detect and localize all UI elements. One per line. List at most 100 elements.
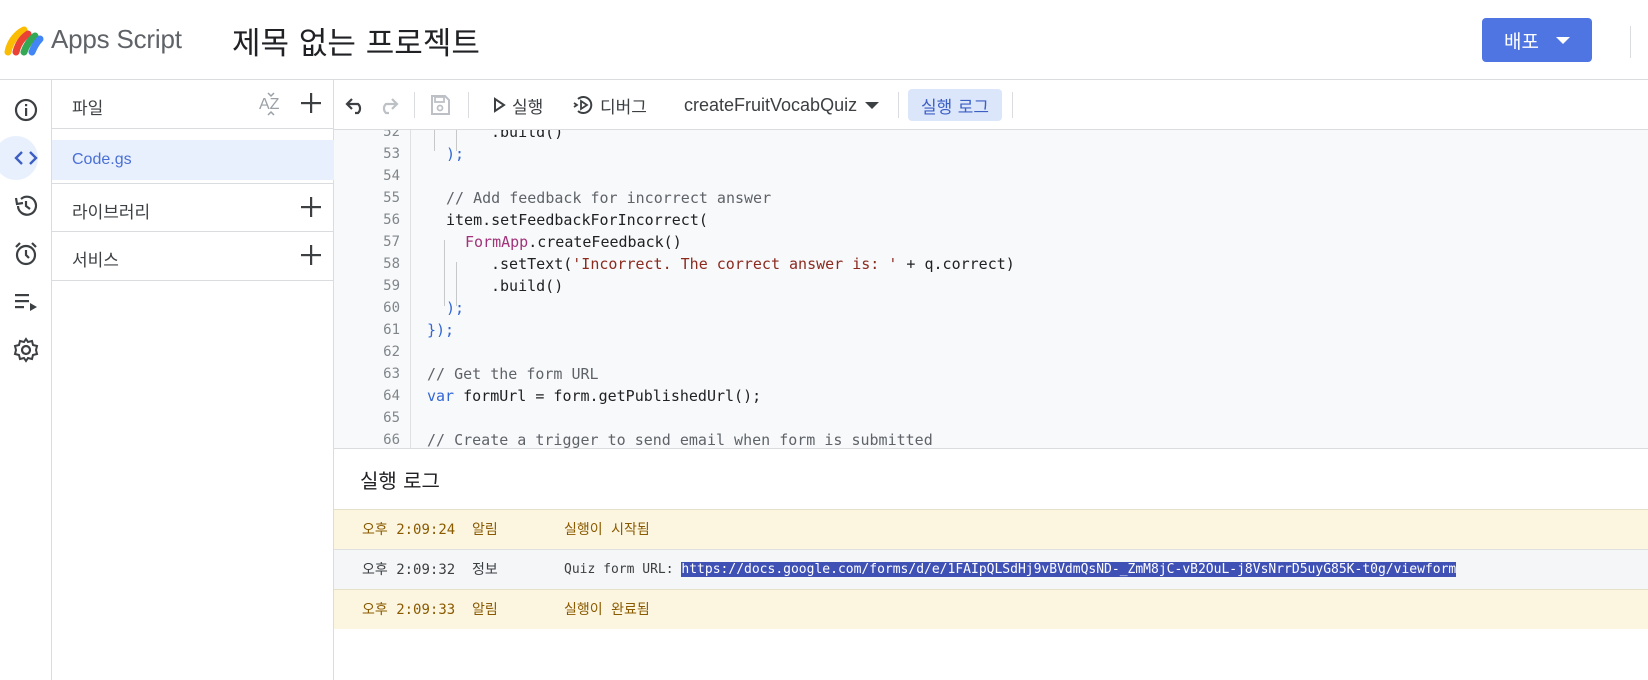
debug-button[interactable]: 디버그 <box>572 80 647 130</box>
code-text: .build() <box>491 277 564 295</box>
code-text: .createFeedback() <box>528 233 682 251</box>
add-file-plus-icon[interactable] <box>298 90 324 116</box>
gutter-divider <box>410 130 411 448</box>
line-number: 55 <box>383 190 400 206</box>
toolbar-divider <box>468 92 469 118</box>
code-string: 'Incorrect. The correct answer is: ' <box>572 255 898 273</box>
code-comment: // Add feedback for incorrect answer <box>446 189 772 207</box>
code-line-58: .setText('Incorrect. The correct answer … <box>491 253 1015 275</box>
rail-item-triggers[interactable] <box>0 230 52 278</box>
log-url-selected[interactable]: https://docs.google.com/forms/d/e/1FAIpQ… <box>681 562 1457 577</box>
log-row: 오후 2:09:32 정보 Quiz form URL: https://doc… <box>334 549 1648 589</box>
code-text: ); <box>446 299 465 317</box>
executions-icon <box>15 294 37 311</box>
apps-script-logo-icon[interactable] <box>4 22 44 56</box>
code-line-59: .build() <box>491 275 563 297</box>
file-item-code-gs[interactable]: Code.gs <box>52 140 334 180</box>
add-service-plus-icon[interactable] <box>298 242 324 268</box>
code-line-55: // Add feedback for incorrect answer <box>446 187 771 209</box>
files-section-header: 파일 AZ <box>52 80 334 129</box>
line-number: 66 <box>383 432 400 448</box>
code-line-66: // Create a trigger to send email when f… <box>427 429 933 448</box>
line-number: 63 <box>383 366 400 382</box>
code-line-53: ); <box>446 143 464 165</box>
add-library-plus-icon[interactable] <box>298 194 324 220</box>
log-time: 오후 2:09:24 <box>362 522 456 538</box>
deploy-button-label: 배포 <box>1504 30 1539 53</box>
rail-item-executions[interactable] <box>0 278 52 326</box>
code-line-61: }); <box>427 319 454 341</box>
rail-item-editor[interactable] <box>0 134 52 182</box>
gear-icon <box>13 337 39 363</box>
function-select[interactable]: createFruitVocabQuiz <box>684 80 880 130</box>
libraries-section-header: 라이브러리 <box>52 183 334 232</box>
code-line-60: ); <box>446 297 464 319</box>
line-number: 65 <box>383 410 400 426</box>
app-name[interactable]: Apps Script <box>51 24 182 55</box>
info-icon <box>14 98 38 122</box>
toolbar-divider <box>1012 92 1013 118</box>
code-line-63: // Get the form URL <box>427 363 599 385</box>
project-title[interactable]: 제목 없는 프로젝트 <box>232 18 480 63</box>
execution-log-title: 실행 로그 <box>360 469 440 493</box>
rail-item-overview[interactable] <box>0 86 52 134</box>
debug-icon <box>573 96 593 114</box>
code-line-64: var formUrl = form.getPublishedUrl(); <box>427 385 761 407</box>
code-icon <box>14 151 38 165</box>
history-icon <box>14 195 38 216</box>
debug-button-label: 디버그 <box>600 97 647 118</box>
code-text: }); <box>427 321 455 339</box>
log-time: 오후 2:09:33 <box>362 602 456 618</box>
code-editor[interactable]: 52 53 54 55 56 57 58 59 60 61 62 63 64 6… <box>334 130 1648 448</box>
line-number: 54 <box>383 168 400 184</box>
log-row: 오후 2:09:33 알림 실행이 완료됨 <box>334 589 1648 629</box>
run-button[interactable]: 실행 <box>490 80 543 130</box>
run-button-label: 실행 <box>512 97 544 118</box>
toolbar-divider <box>898 92 899 118</box>
sort-az-icon[interactable]: AZ <box>258 91 286 117</box>
services-section-label: 서비스 <box>72 251 119 271</box>
log-level: 정보 <box>472 562 498 578</box>
caret-down-icon <box>865 101 880 109</box>
save-button[interactable] <box>428 80 454 130</box>
deploy-button[interactable]: 배포 <box>1482 18 1592 62</box>
undo-icon <box>345 98 362 115</box>
line-number: 61 <box>383 322 400 338</box>
file-name: Code.gs <box>72 151 132 168</box>
rail-item-settings[interactable] <box>0 326 52 374</box>
top-header: Apps Script 제목 없는 프로젝트 배포 <box>0 0 1648 80</box>
code-comment: // Get the form URL <box>427 365 599 383</box>
rail-item-history[interactable] <box>0 182 52 230</box>
line-number: 62 <box>383 344 400 360</box>
log-row: 오후 2:09:24 알림 실행이 시작됨 <box>334 509 1648 549</box>
files-section-label: 파일 <box>72 99 104 119</box>
code-class-name: FormApp <box>465 233 529 251</box>
indent-guide <box>434 130 435 151</box>
log-message-text: Quiz form URL: <box>564 562 682 577</box>
function-select-value: createFruitVocabQuiz <box>684 94 858 115</box>
log-level: 알림 <box>472 602 498 618</box>
execution-log-panel: 실행 로그 오후 2:09:24 알림 실행이 시작됨 오후 2:09:32 정… <box>334 448 1648 680</box>
editor-toolbar: 실행 디버그 createFruitVocabQuiz 실행 로그 <box>334 80 1648 130</box>
libraries-section-label: 라이브러리 <box>72 203 151 223</box>
code-line-52: .build() <box>491 130 563 143</box>
execution-log-toggle-button[interactable]: 실행 로그 <box>908 89 1002 121</box>
alarm-icon <box>15 242 37 266</box>
play-icon <box>494 97 506 113</box>
undo-button[interactable] <box>344 80 370 130</box>
line-number: 56 <box>383 212 400 228</box>
line-number: 59 <box>383 278 400 294</box>
save-icon <box>431 95 450 115</box>
svg-text:AZ: AZ <box>259 96 280 113</box>
code-keyword: var <box>427 387 455 405</box>
line-number: 64 <box>383 388 400 404</box>
line-number: 53 <box>383 146 400 162</box>
code-text: ); <box>446 145 465 163</box>
redo-button[interactable] <box>376 80 402 130</box>
code-comment: // Create a trigger to send email when f… <box>427 431 933 448</box>
code-text: + q.correct) <box>897 255 1015 273</box>
code-text: .setText( <box>491 255 573 273</box>
files-panel: 파일 AZ Code.gs 라이브러리 서비스 <box>52 80 334 680</box>
line-number: 60 <box>383 300 400 316</box>
code-line-57: FormApp.createFeedback() <box>465 231 682 253</box>
